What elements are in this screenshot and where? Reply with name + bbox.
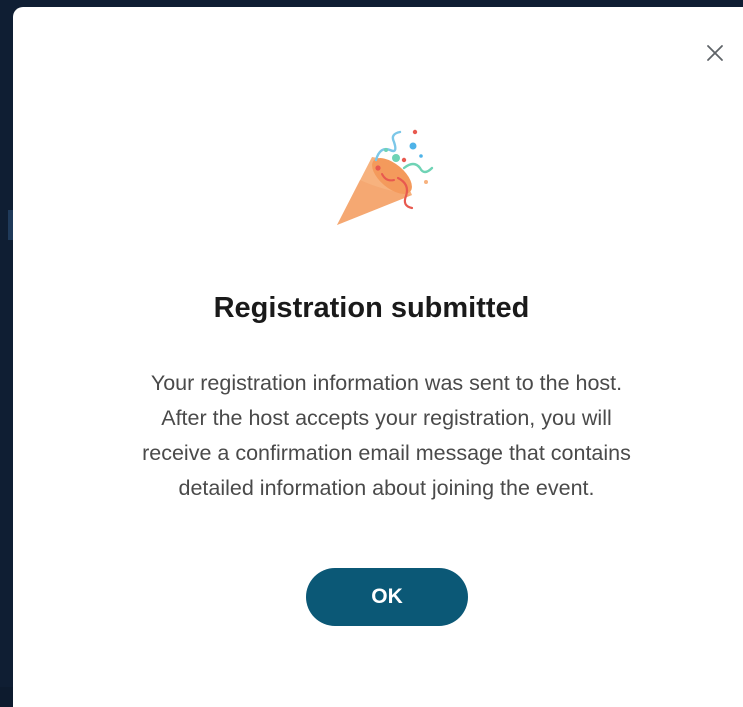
message-line: Your registration information was sent t… [150, 371, 623, 395]
party-popper-icon [337, 129, 434, 225]
ok-button[interactable]: OK [306, 568, 468, 626]
message-line: detailed information about joining the e… [178, 476, 595, 500]
message-line: After the host accepts your registration… [161, 406, 612, 430]
close-icon [707, 45, 723, 61]
close-button[interactable] [702, 40, 728, 66]
dialog-message: Your registration information was sent t… [60, 366, 713, 506]
message-line: receive a confirmation email message tha… [142, 441, 631, 465]
dialog-title: Registration submitted [213, 292, 530, 324]
